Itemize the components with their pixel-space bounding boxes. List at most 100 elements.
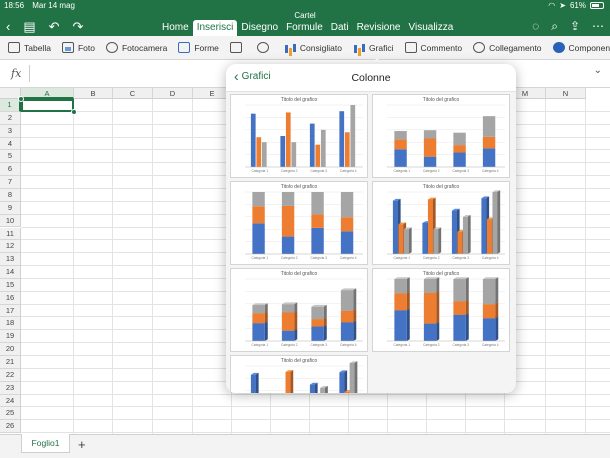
stack-series-2-cat-2 xyxy=(423,138,437,157)
thumbnail-category-label: Categoria 2 xyxy=(281,169,298,173)
redo-icon[interactable]: ↷ xyxy=(73,19,84,35)
back-icon[interactable]: ‹ xyxy=(6,19,10,35)
toolbar-addins-button[interactable]: Componenti xyxy=(552,42,610,53)
bar-series-1-cat-1 xyxy=(392,200,398,254)
bar-series-3-cat-3 xyxy=(320,387,325,393)
search-icon[interactable]: ⌕ xyxy=(551,19,558,34)
toolbar-label: Foto xyxy=(77,42,95,53)
row-header-14[interactable]: 14 xyxy=(0,266,21,279)
stack-series-2-cat-2-side xyxy=(436,291,440,324)
chart-thumbnail-stacked-column[interactable]: Titolo del grafico Categoria 1 Categoria 2… xyxy=(372,94,510,178)
tab-disegno[interactable]: Disegno xyxy=(237,20,282,36)
row-header-20[interactable]: 20 xyxy=(0,343,21,356)
row-header-16[interactable]: 16 xyxy=(0,291,21,305)
row-header-19[interactable]: 19 xyxy=(0,330,21,344)
stack-series-1-cat-3 xyxy=(311,326,324,341)
toolbar-table-button[interactable]: Tabella xyxy=(8,42,51,53)
toolbar-shapes-button[interactable]: Forme xyxy=(178,42,219,53)
header-right-actions: ◌ ⌕ ⇪ ⋯ xyxy=(532,19,604,34)
chart-thumbnail-3d-stacked-column[interactable]: Titolo del grafico Categoria 1 Categoria 2… xyxy=(230,268,368,352)
document-title[interactable]: Cartel xyxy=(0,11,610,20)
toolbar-chart-button[interactable]: Grafici xyxy=(353,42,394,53)
tab-revisione[interactable]: Revisione xyxy=(353,20,405,36)
selection-handle-end[interactable] xyxy=(71,109,77,115)
bar-series-3-cat-4 xyxy=(350,105,356,167)
row-header-24[interactable]: 24 xyxy=(0,394,21,408)
toolbar-textbox-button[interactable] xyxy=(229,42,246,53)
row-header-7[interactable]: 7 xyxy=(0,176,21,189)
add-sheet-icon[interactable]: + xyxy=(78,437,86,452)
photo-icon xyxy=(61,42,74,53)
undo-icon[interactable]: ↶ xyxy=(49,19,60,35)
bar-series-3-cat-2-side xyxy=(438,227,442,254)
row-header-25[interactable]: 25 xyxy=(0,407,21,421)
chart-thumbnail-clustered-column[interactable]: Titolo del grafico Categoria 1 Categoria 2… xyxy=(230,94,368,178)
table-icon xyxy=(8,42,20,53)
chart-thumbnail-3d-clustered-column[interactable]: Titolo del grafico Categoria 1 Categoria 2… xyxy=(372,181,510,265)
row-header-10[interactable]: 10 xyxy=(0,214,21,228)
column-header-d[interactable]: D xyxy=(153,88,193,99)
column-header-n[interactable]: N xyxy=(546,88,586,99)
row-header-15[interactable]: 15 xyxy=(0,278,21,292)
thumbnail-chart-svg xyxy=(245,104,363,168)
stack-series-2-cat-4-side xyxy=(495,302,499,319)
bar-series-2-cat-2 xyxy=(427,199,433,254)
toolbar-photo-button[interactable]: Foto xyxy=(61,42,95,53)
tab-formule[interactable]: Formule xyxy=(282,20,327,36)
chevron-down-icon[interactable]: ⌄ xyxy=(594,65,602,76)
lightbulb-icon[interactable]: ◌ xyxy=(532,19,539,34)
tab-inserisci[interactable]: Inserisci xyxy=(192,20,238,36)
stack-series-3-cat-3 xyxy=(311,192,324,215)
toolbar-camera-button[interactable]: Fotocamera xyxy=(105,42,167,53)
row-header-12[interactable]: 12 xyxy=(0,240,21,254)
selection-handle-start[interactable] xyxy=(18,96,24,102)
row-header-5[interactable]: 5 xyxy=(0,150,21,164)
bar-series-3-cat-1 xyxy=(261,142,267,167)
toolbar-link-button[interactable]: Collegamento xyxy=(473,42,542,53)
stack-series-2-cat-2-side xyxy=(294,310,298,331)
toolbar-comment-button[interactable]: Commento xyxy=(404,42,462,53)
row-header-13[interactable]: 13 xyxy=(0,253,21,267)
fx-icon[interactable]: fx xyxy=(11,67,21,80)
stack-series-3-cat-1-side xyxy=(406,277,410,294)
toolbar-pen-button[interactable] xyxy=(256,42,273,53)
row-header-21[interactable]: 21 xyxy=(0,356,21,369)
selected-cell-a1[interactable] xyxy=(21,99,74,112)
chart-thumbnail-3d-100-stacked-column[interactable]: Titolo del grafico Categoria 1 Categoria 2… xyxy=(372,268,510,352)
row-header-22[interactable]: 22 xyxy=(0,368,21,382)
row-header-17[interactable]: 17 xyxy=(0,304,21,318)
textbox-icon xyxy=(229,42,242,53)
share-icon[interactable]: ⇪ xyxy=(570,19,580,34)
toolbar-recommended-chart-button[interactable]: Consigliato xyxy=(284,42,342,53)
row-header-11[interactable]: 11 xyxy=(0,227,21,241)
row-header-18[interactable]: 18 xyxy=(0,317,21,331)
sheet-tab-foglio1[interactable]: Foglio1 xyxy=(21,434,70,453)
tab-dati[interactable]: Dati xyxy=(327,20,353,36)
chart-thumbnail-3d-column[interactable]: Titolo del graficoCategoria 1Categoria 2… xyxy=(230,355,368,393)
column-header-c[interactable]: C xyxy=(113,88,153,99)
row-header-8[interactable]: 8 xyxy=(0,188,21,202)
stack-series-1-cat-1 xyxy=(394,310,407,341)
more-icon[interactable]: ⋯ xyxy=(592,19,604,34)
tab-home[interactable]: Home xyxy=(158,20,193,36)
toolbar-label: Tabella xyxy=(24,42,51,53)
row-header-26[interactable]: 26 xyxy=(0,420,21,434)
thumbnail-category-label: Categoria 1 xyxy=(393,256,410,260)
location-icon: ➤ xyxy=(559,1,566,10)
chart-thumbnail-100-stacked-column[interactable]: Titolo del grafico Categoria 1 Categoria 2… xyxy=(230,181,368,265)
file-icon[interactable]: ▤ xyxy=(23,19,35,35)
row-header-4[interactable]: 4 xyxy=(0,137,21,151)
grid-row-line xyxy=(21,432,610,434)
tab-visualizza[interactable]: Visualizza xyxy=(404,20,457,36)
row-header-2[interactable]: 2 xyxy=(0,111,21,125)
row-header-9[interactable]: 9 xyxy=(0,201,21,215)
column-header-a[interactable]: A xyxy=(21,88,74,99)
stack-series-1-cat-4-side xyxy=(495,316,499,341)
row-header-23[interactable]: 23 xyxy=(0,381,21,395)
row-header-6[interactable]: 6 xyxy=(0,163,21,177)
stack-series-2-cat-3 xyxy=(311,319,324,327)
row-header-3[interactable]: 3 xyxy=(0,124,21,138)
toolbar-label: Componenti xyxy=(568,42,610,53)
column-header-b[interactable]: B xyxy=(74,88,113,99)
thumbnail-category-label: Categoria 1 xyxy=(251,256,268,260)
